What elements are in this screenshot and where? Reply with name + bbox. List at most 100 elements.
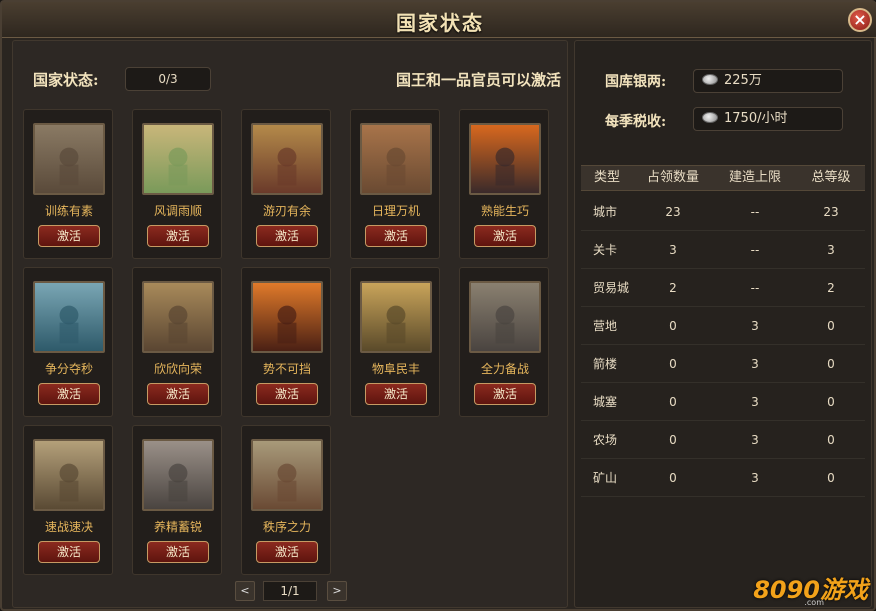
table-cell: 0 [669,319,677,333]
table-cell: 0 [827,319,835,333]
state-card: 速战速决 激活 [23,425,113,575]
table-row: 箭楼 0 3 0 [581,345,865,383]
state-card-image [360,123,432,195]
table-cell: 0 [669,471,677,485]
state-card-name: 日理万机 [371,204,420,218]
table-cell: 0 [827,471,835,485]
table-cell: -- [750,205,760,219]
activate-button[interactable]: 激活 [147,541,209,563]
activate-button[interactable]: 激活 [256,383,318,405]
state-card-image [33,439,105,511]
activate-button[interactable]: 激活 [474,383,536,405]
activate-button[interactable]: 激活 [147,383,209,405]
table-cell: 3 [669,243,677,257]
table-cell: 0 [669,357,677,371]
state-card-image [33,123,105,195]
state-card-image [142,281,214,353]
table-cell: 3 [751,319,759,333]
tax-value-box: 1750/小时 [693,107,843,131]
table-cell: 0 [669,433,677,447]
state-card: 游刃有余 激活 [241,109,331,259]
activate-button[interactable]: 激活 [365,225,427,247]
table-cell: 2 [669,281,677,295]
state-card: 日理万机 激活 [350,109,440,259]
treasury-value-box: 225万 [693,69,843,93]
column-header: 建造上限 [728,170,781,185]
table-row: 关卡 3 -- 3 [581,231,865,269]
table-cell: 营地 [593,319,618,333]
title-bar: 国家状态 × [2,2,876,38]
state-card: 全力备战 激活 [459,267,549,417]
treasury-value: 225万 [724,73,762,88]
activate-button[interactable]: 激活 [147,225,209,247]
table-cell: 0 [669,395,677,409]
state-card-name: 全力备战 [480,362,529,376]
table-cell: -- [750,281,760,295]
state-card-image [142,439,214,511]
next-page-button[interactable]: > [327,581,347,601]
treasury-label: 国库银两: [605,74,667,90]
state-card-name: 物阜民丰 [371,362,420,376]
state-card-image [142,123,214,195]
state-card-image [469,123,541,195]
activate-button[interactable]: 激活 [38,541,100,563]
table-cell: 箭楼 [593,357,618,371]
state-card-name: 速战速决 [44,520,93,534]
prev-page-button[interactable]: < [235,581,255,601]
state-count: 0/3 [125,67,211,91]
activate-button[interactable]: 激活 [38,383,100,405]
tax-label: 每季税收: [605,114,667,130]
table-cell: 3 [751,433,759,447]
state-card-name: 秩序之力 [262,520,311,534]
country-state-panel: 国家状态: 0/3 国王和一品官员可以激活 训练有素 激活 风调雨顺 激活 游刃有余 激活… [12,40,568,608]
activate-button[interactable]: 激活 [365,383,427,405]
page-indicator: 1/1 [263,581,317,601]
watermark-domain: .com [804,598,824,607]
table-cell: 3 [751,471,759,485]
state-card-name: 欣欣向荣 [153,362,202,376]
state-card: 争分夺秒 激活 [23,267,113,417]
table-row: 贸易城 2 -- 2 [581,269,865,307]
table-row: 矿山 0 3 0 [581,459,865,497]
table-row: 农场 0 3 0 [581,421,865,459]
state-card: 养精蓄锐 激活 [132,425,222,575]
activate-button[interactable]: 激活 [256,225,318,247]
column-header: 总等级 [811,170,851,185]
state-card-image [33,281,105,353]
table-cell: 贸易城 [593,281,630,295]
silver-icon [702,112,718,123]
state-card-name: 争分夺秒 [44,362,93,376]
table-cell: 0 [827,357,835,371]
state-card-name: 游刃有余 [262,204,311,218]
state-card: 风调雨顺 激活 [132,109,222,259]
state-card: 熟能生巧 激活 [459,109,549,259]
state-card-name: 熟能生巧 [480,204,529,218]
state-card-image [251,439,323,511]
activation-notice: 国王和一品官员可以激活 [395,71,561,89]
state-card-name: 养精蓄锐 [153,520,202,534]
activate-button[interactable]: 激活 [256,541,318,563]
state-card: 训练有素 激活 [23,109,113,259]
state-card-name: 风调雨顺 [153,204,202,218]
state-card-image [251,123,323,195]
state-card-name: 训练有素 [44,204,93,218]
country-status-window: 国家状态 × 国家状态: 0/3 国王和一品官员可以激活 训练有素 激活 风调雨顺激… [0,0,876,611]
table-cell: 0 [827,433,835,447]
state-card-image [360,281,432,353]
table-row: 城塞 0 3 0 [581,383,865,421]
table-cell: -- [750,243,760,257]
table-row: 营地 0 3 0 [581,307,865,345]
state-card-image [469,281,541,353]
table-cell: 23 [665,205,681,219]
table-cell: 城塞 [593,395,618,409]
close-icon[interactable]: × [848,8,872,32]
table-cell: 3 [751,395,759,409]
table-cell: 农场 [593,433,618,447]
activate-button[interactable]: 激活 [474,225,536,247]
state-label: 国家状态: [33,71,99,89]
table-row: 城市 23 -- 23 [581,193,865,231]
activate-button[interactable]: 激活 [38,225,100,247]
table-cell: 矿山 [593,471,618,485]
state-card: 秩序之力 激活 [241,425,331,575]
state-card-image [251,281,323,353]
